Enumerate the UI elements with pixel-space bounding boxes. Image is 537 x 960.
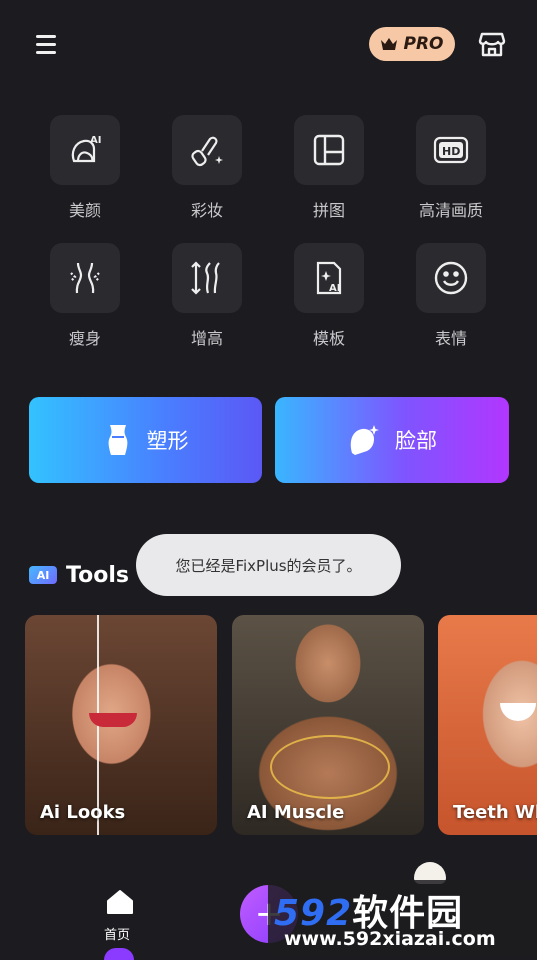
teeth-shape: [500, 703, 536, 721]
svg-text:AI: AI: [329, 283, 340, 294]
hd-icon: HD: [416, 115, 486, 185]
feature-label: 拼图: [312, 201, 345, 220]
home-tab-label[interactable]: 首页: [104, 924, 130, 943]
ai-template-icon: AI: [294, 243, 364, 313]
pro-badge-button[interactable]: PRO: [369, 27, 455, 61]
watermark-url: www.592xiazai.com: [284, 928, 496, 950]
site-watermark: 592软件园 www.592xiazai.com: [268, 880, 537, 956]
face-button[interactable]: 脸部: [275, 397, 509, 483]
feature-makeup[interactable]: 彩妆: [157, 115, 257, 221]
makeup-brush-icon: [172, 115, 242, 185]
feature-label: 表情: [434, 329, 467, 348]
card-caption: Teeth Wh: [453, 802, 537, 823]
slim-body-icon: [50, 243, 120, 313]
height-icon: [172, 243, 242, 313]
body-shape-icon: [108, 425, 127, 455]
feature-label: 模板: [312, 329, 345, 348]
svg-text:AI: AI: [90, 135, 101, 146]
ai-looks-card[interactable]: Ai Looks: [25, 615, 217, 835]
menu-icon[interactable]: [34, 32, 58, 56]
feature-beauty[interactable]: AI 美颜: [35, 115, 135, 221]
home-icon[interactable]: [106, 889, 134, 915]
feature-height[interactable]: 增高: [157, 243, 257, 349]
collage-icon: [294, 115, 364, 185]
teeth-whitening-card[interactable]: Teeth Wh: [438, 615, 537, 835]
lips-shape: [89, 713, 137, 727]
smile-face-icon: [416, 243, 486, 313]
feature-template[interactable]: AI 模板: [279, 243, 379, 349]
store-icon[interactable]: [476, 28, 508, 60]
feature-expression[interactable]: 表情: [401, 243, 501, 349]
feature-label: 彩妆: [190, 201, 223, 220]
membership-toast: 您已经是FixPlus的会员了。: [136, 534, 401, 596]
pro-label: PRO: [403, 34, 444, 54]
feature-label: 美颜: [68, 201, 101, 220]
crown-icon: [381, 38, 398, 50]
body-shape-button[interactable]: 塑形: [29, 397, 262, 483]
card-caption: Ai Looks: [40, 802, 126, 823]
home-indicator: [104, 948, 134, 960]
glow-outline: [270, 735, 390, 799]
feature-slim[interactable]: 瘦身: [35, 243, 135, 349]
feature-label: 增高: [190, 329, 223, 348]
body-shape-label: 塑形: [146, 429, 189, 453]
card-caption: AI Muscle: [247, 802, 345, 823]
ai-muscle-card[interactable]: AI Muscle: [232, 615, 424, 835]
ai-badge: AI: [29, 566, 57, 584]
svg-text:HD: HD: [442, 145, 460, 158]
tools-section-title: Tools: [66, 563, 129, 588]
face-label: 脸部: [395, 429, 437, 453]
ai-face-icon: AI: [50, 115, 120, 185]
feature-label: 瘦身: [68, 329, 101, 348]
feature-hd[interactable]: HD 高清画质: [401, 115, 501, 221]
feature-label: 高清画质: [418, 201, 483, 220]
feature-collage[interactable]: 拼图: [279, 115, 379, 221]
face-icon: [350, 425, 379, 455]
